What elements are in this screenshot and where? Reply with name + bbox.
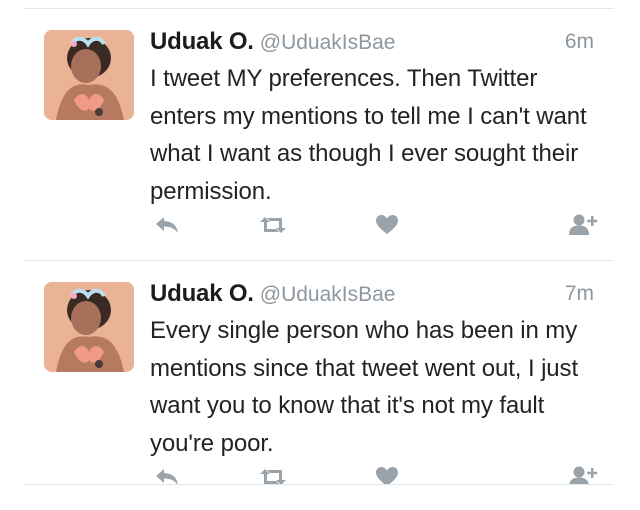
tweet-header: Uduak O. @UduakIsBae 7m (150, 280, 594, 310)
retweet-icon (260, 217, 286, 233)
heart-icon (376, 467, 398, 484)
tweet-text: Every single person who has been in my m… (150, 317, 579, 457)
follow-icon (569, 466, 598, 484)
retweet-icon (260, 469, 286, 484)
like-button[interactable] (370, 462, 404, 484)
user-handle[interactable]: @UduakIsBae (260, 31, 396, 54)
user-handle[interactable]: @UduakIsBae (260, 283, 396, 306)
follow-button[interactable] (566, 462, 600, 484)
like-button[interactable] (370, 210, 404, 240)
timestamp: 7m (564, 282, 594, 305)
reply-icon (156, 469, 178, 484)
top-divider (24, 8, 614, 9)
reply-button[interactable] (150, 462, 184, 484)
reply-icon (156, 217, 178, 233)
tweet-actions (148, 462, 600, 484)
retweet-button[interactable] (256, 462, 290, 484)
tweet[interactable]: Uduak O. @UduakIsBae 7m Every single pers… (0, 262, 640, 484)
tweet-actions (148, 210, 600, 244)
follow-icon (569, 214, 598, 235)
reply-button[interactable] (150, 210, 184, 240)
heart-icon (376, 215, 398, 234)
follow-button[interactable] (566, 210, 600, 240)
timestamp: 6m (564, 30, 594, 53)
avatar[interactable] (44, 282, 134, 372)
tweet-divider (24, 484, 614, 485)
avatar[interactable] (44, 30, 134, 120)
display-name[interactable]: Uduak O. (150, 28, 254, 55)
retweet-button[interactable] (256, 210, 290, 240)
tweet-header: Uduak O. @UduakIsBae 6m (150, 28, 594, 58)
display-name[interactable]: Uduak O. (150, 280, 254, 307)
tweet-text: I tweet MY preferences. Then Twitter ent… (150, 65, 587, 205)
tweet-divider (24, 260, 614, 261)
tweet[interactable]: Uduak O. @UduakIsBae 6m I tweet MY prefer… (0, 10, 640, 260)
